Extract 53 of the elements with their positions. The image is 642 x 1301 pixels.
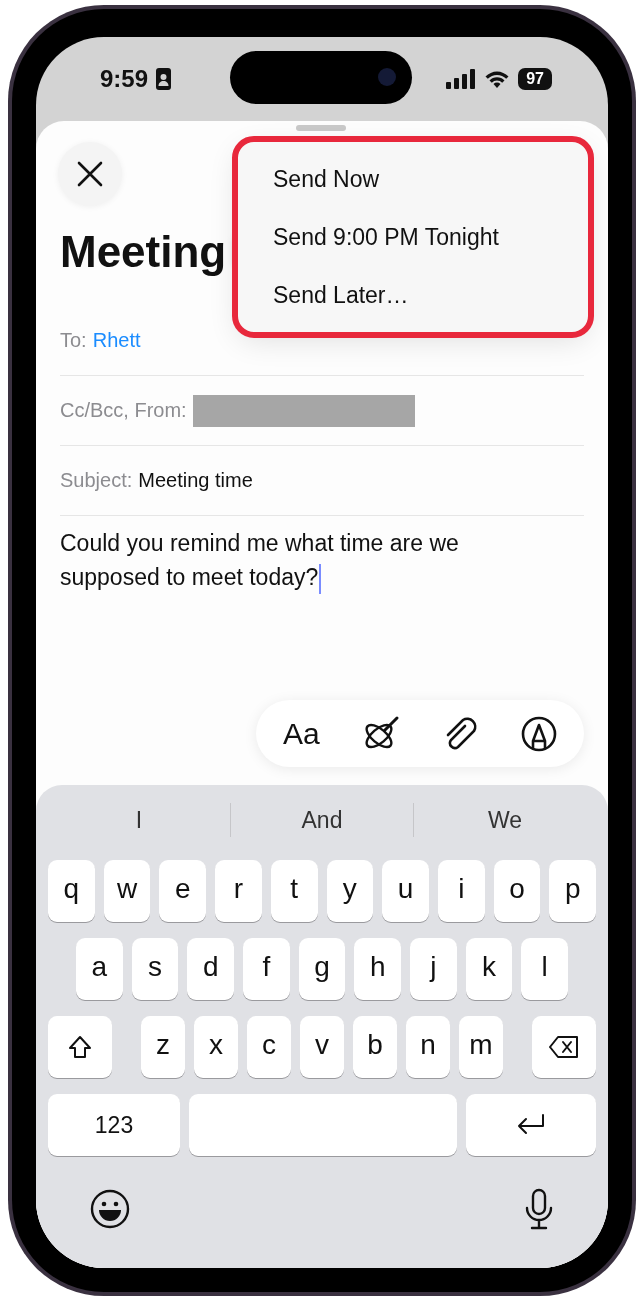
field-label: To: [60, 329, 87, 352]
email-title: Meeting [60, 226, 227, 278]
close-icon [77, 161, 103, 187]
numbers-key[interactable]: 123 [48, 1094, 180, 1156]
keyboard-key[interactable]: a [76, 938, 123, 1000]
return-icon [516, 1113, 546, 1137]
markup-button[interactable] [521, 715, 558, 752]
wifi-icon [484, 69, 511, 89]
shift-key[interactable] [48, 1016, 112, 1078]
text-format-button[interactable]: Aa [282, 716, 320, 751]
keyboard-key[interactable]: z [141, 1016, 185, 1078]
word-suggestion[interactable]: And [231, 805, 413, 835]
keyboard-key[interactable]: k [465, 938, 513, 1000]
keyboard-key[interactable]: p [549, 860, 597, 922]
microphone-icon [524, 1188, 554, 1230]
keyboard-key[interactable]: m [459, 1016, 503, 1078]
delete-icon [549, 1036, 579, 1058]
field-label: Cc/Bcc, From: [60, 399, 187, 422]
shift-icon [68, 1035, 92, 1059]
word-suggestion[interactable]: I [48, 805, 230, 835]
keyboard-key[interactable]: y [326, 860, 374, 922]
keyboard-key[interactable]: o [493, 860, 541, 922]
delete-key[interactable] [532, 1016, 596, 1078]
contact-card-icon [156, 68, 172, 90]
keyboard-key[interactable]: f [243, 938, 290, 1000]
keyboard-key[interactable]: j [410, 938, 457, 1000]
keyboard-key[interactable]: s [131, 938, 179, 1000]
status-time: 9:59 [100, 65, 149, 93]
field-label: Subject: [60, 469, 133, 492]
keyboard-key[interactable]: q [48, 860, 95, 922]
keyboard-key[interactable]: l [521, 938, 569, 1000]
battery-indicator: 97 [518, 68, 552, 90]
camera-lens [378, 68, 396, 86]
keyboard-key[interactable]: r [215, 860, 262, 922]
keyboard-key[interactable]: h [354, 938, 402, 1000]
keyboard-key[interactable]: i [437, 860, 485, 922]
keyboard-key[interactable]: d [187, 938, 234, 1000]
keyboard-key[interactable]: w [103, 860, 151, 922]
keyboard-key[interactable]: t [270, 860, 318, 922]
pen-circle-icon [521, 715, 558, 752]
keyboard-key[interactable]: x [194, 1016, 238, 1078]
keyboard-key[interactable]: n [406, 1016, 450, 1078]
keyboard-key[interactable]: b [353, 1016, 397, 1078]
email-body-text[interactable]: Could you remind me what time are we supposed to meet today? [60, 526, 530, 594]
keyboard-key[interactable]: u [382, 860, 429, 922]
keyboard-key[interactable]: v [300, 1016, 344, 1078]
emoji-icon [90, 1189, 130, 1229]
signal-icon [446, 69, 477, 89]
keyboard-key[interactable]: e [159, 860, 207, 922]
keyboard-key[interactable]: c [247, 1016, 291, 1078]
subject-value[interactable]: Meeting time [138, 469, 253, 492]
word-suggestion[interactable]: We [414, 805, 596, 835]
keyboard-key[interactable]: g [298, 938, 346, 1000]
